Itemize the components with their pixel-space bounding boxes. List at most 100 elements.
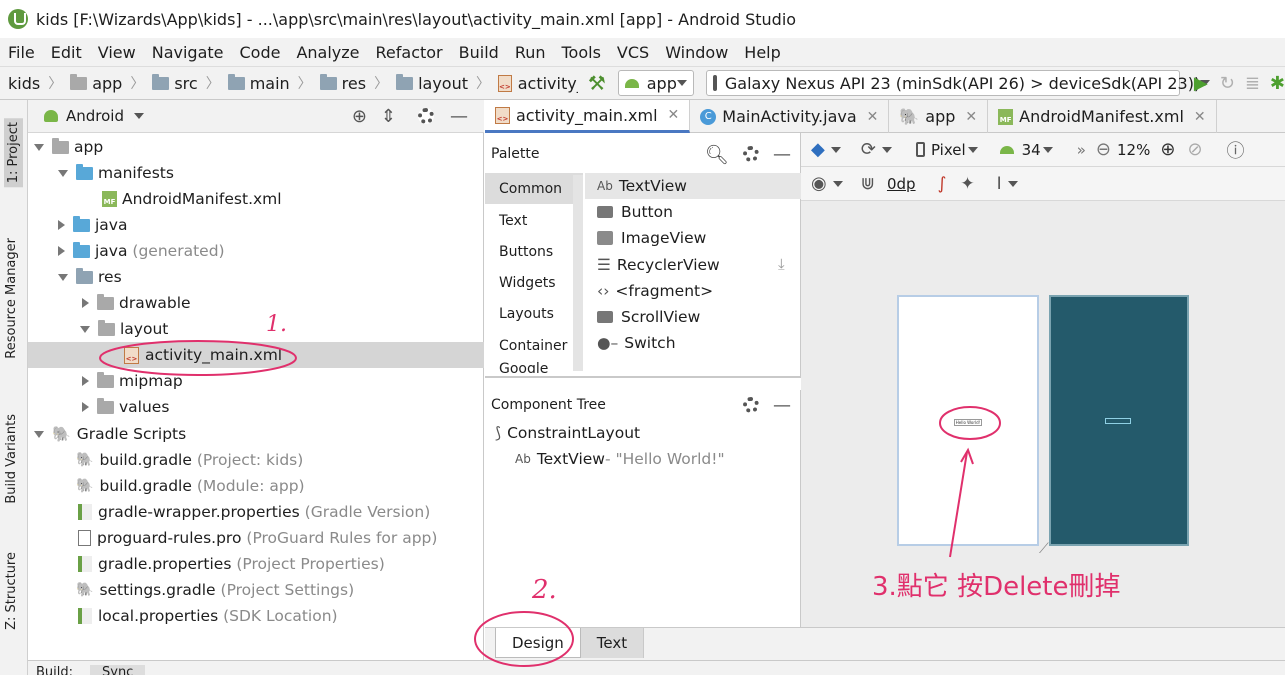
tab-project[interactable]: 1: Project [4,118,23,188]
menu-navigate[interactable]: Navigate [152,43,224,62]
device-select[interactable]: Galaxy Nexus API 23 (minSdk(API 26) > de… [705,70,1211,96]
palette-item-scrollview[interactable]: ScrollView [597,304,700,330]
tab-android-manifest[interactable]: MF AndroidManifest.xml ✕ [988,100,1217,133]
hide-icon[interactable]: — [450,106,468,127]
palette-category-google[interactable]: Google [485,361,583,373]
palette-category-buttons[interactable]: Buttons [485,236,583,267]
palette-item-imageview[interactable]: ImageView [597,225,706,251]
apply-code-changes-icon[interactable]: ≣ [1245,73,1260,94]
overflow-icon[interactable]: » [1077,141,1086,159]
tree-node-textview[interactable]: Ab TextView - "Hello World!" [515,450,725,468]
tab-build-variants[interactable]: Build Variants [4,414,19,504]
tree-item-manifests[interactable]: manifests [28,160,484,186]
zoom-fit-icon[interactable]: ⊘ [1187,139,1202,160]
tree-item-gradle-wrapper[interactable]: gradle-wrapper.properties (Gradle Versio… [28,499,484,525]
tree-node-constraintlayout[interactable]: ⟆ ConstraintLayout [495,424,640,442]
gear-icon[interactable] [418,108,434,124]
menu-vcs[interactable]: VCS [617,43,649,62]
palette-category-widgets[interactable]: Widgets [485,267,583,298]
tree-item-mipmap[interactable]: mipmap [28,368,484,394]
palette-item-recyclerview[interactable]: ☰ RecyclerView [597,252,720,278]
infer-constraints-icon[interactable]: ✦ [960,174,974,194]
menu-window[interactable]: Window [665,43,728,62]
tree-item-java-generated[interactable]: java (generated) [28,238,484,264]
hide-icon[interactable]: — [773,395,791,416]
zoom-in-icon[interactable]: ⊕ [1160,139,1175,160]
align-icon[interactable]: I [997,174,1002,194]
chevron-down-icon[interactable] [1042,146,1053,153]
chevron-down-icon[interactable] [881,146,892,153]
tab-design[interactable]: Design [495,628,581,658]
tree-item-app[interactable]: app [28,134,484,160]
tree-item-layout[interactable]: layout [28,316,484,342]
breadcrumb-layout[interactable]: layout [394,73,470,93]
menu-help[interactable]: Help [744,43,780,62]
search-icon[interactable]: 🔍︎ [705,143,729,166]
close-icon[interactable]: ✕ [867,109,879,125]
close-icon[interactable]: ✕ [668,107,680,123]
menu-code[interactable]: Code [240,43,281,62]
menu-refactor[interactable]: Refactor [376,43,443,62]
collapse-all-icon[interactable]: ⇕ [381,106,396,127]
palette-category-common[interactable]: Common [485,173,583,204]
palette-item-button[interactable]: Button [597,199,673,225]
chevron-down-icon[interactable] [830,146,841,153]
menu-view[interactable]: View [98,43,136,62]
close-icon[interactable]: ✕ [1194,109,1206,125]
tree-item-activity-main[interactable]: <> activity_main.xml [28,342,484,368]
tab-build[interactable]: Build: [36,665,73,675]
menu-analyze[interactable]: Analyze [296,43,359,62]
breadcrumb-app[interactable]: app [68,73,124,93]
tree-item-local-properties[interactable]: local.properties (SDK Location) [28,603,484,629]
api-level-selector[interactable]: 34 [1022,141,1041,159]
zoom-out-icon[interactable]: ⊖ [1096,139,1111,160]
palette-item-fragment[interactable]: ‹› <fragment> [597,278,713,304]
android-icon[interactable] [999,145,1014,154]
chevron-down-icon[interactable] [967,146,978,153]
tab-main-activity[interactable]: C MainActivity.java ✕ [690,100,890,133]
tab-sync[interactable]: Sync [90,665,146,675]
breadcrumb-res[interactable]: res [318,73,368,93]
tree-item-gradle-properties[interactable]: gradle.properties (Project Properties) [28,551,484,577]
breadcrumb-main[interactable]: main [226,73,292,93]
menu-file[interactable]: File [8,43,35,62]
hide-icon[interactable]: — [773,144,791,165]
hello-world-textview[interactable]: Hello World! [954,419,982,426]
tree-item-gradle-scripts[interactable]: 🐘 Gradle Scripts [28,421,484,447]
resize-handle-icon[interactable]: ⟋ [1039,541,1049,557]
palette-category-text[interactable]: Text [485,205,583,236]
tree-item-java[interactable]: java [28,212,484,238]
device-selector[interactable]: Pixel [931,141,966,159]
tree-item-build-gradle-module[interactable]: 🐘 build.gradle (Module: app) [28,473,484,499]
palette-category-containers[interactable]: Container [485,330,583,361]
chevron-down-icon[interactable] [1007,180,1018,187]
tab-structure[interactable]: Z: Structure [4,552,19,630]
gear-icon[interactable] [743,397,759,413]
tab-app[interactable]: 🐘 app ✕ [889,100,989,133]
run-config-select[interactable]: app [617,70,694,96]
tree-item-settings-gradle[interactable]: 🐘 settings.gradle (Project Settings) [28,577,484,603]
breadcrumb-src[interactable]: src [150,73,199,93]
tree-item-proguard[interactable]: proguard-rules.pro (ProGuard Rules for a… [28,525,484,551]
close-icon[interactable]: ✕ [965,109,977,125]
project-view-label[interactable]: Android [66,107,124,125]
palette-scrollbar[interactable] [573,175,583,371]
chevron-down-icon[interactable] [832,180,843,187]
run-icon[interactable]: ▶ [1194,73,1208,94]
layers-icon[interactable]: ◆ [811,139,825,160]
tree-item-values[interactable]: values [28,394,484,420]
menu-tools[interactable]: Tools [562,43,601,62]
breadcrumb-activity-main[interactable]: <> activity_main.xml [496,74,578,93]
tree-item-androidmanifest[interactable]: MF AndroidManifest.xml [28,186,484,212]
target-icon[interactable]: ⊕ [352,106,367,127]
orientation-icon[interactable]: ⟳ [861,139,876,160]
phone-icon[interactable] [915,142,925,157]
palette-item-switch[interactable]: ●– Switch [597,330,676,356]
tree-item-res[interactable]: res [28,264,484,290]
tab-activity-main[interactable]: <> activity_main.xml ✕ [485,100,691,133]
breadcrumb-kids[interactable]: kids [6,74,42,93]
tab-text[interactable]: Text [580,628,645,658]
palette-item-textview[interactable]: Ab TextView [585,173,801,199]
menu-run[interactable]: Run [515,43,546,62]
tree-item-build-gradle-project[interactable]: 🐘 build.gradle (Project: kids) [28,447,484,473]
